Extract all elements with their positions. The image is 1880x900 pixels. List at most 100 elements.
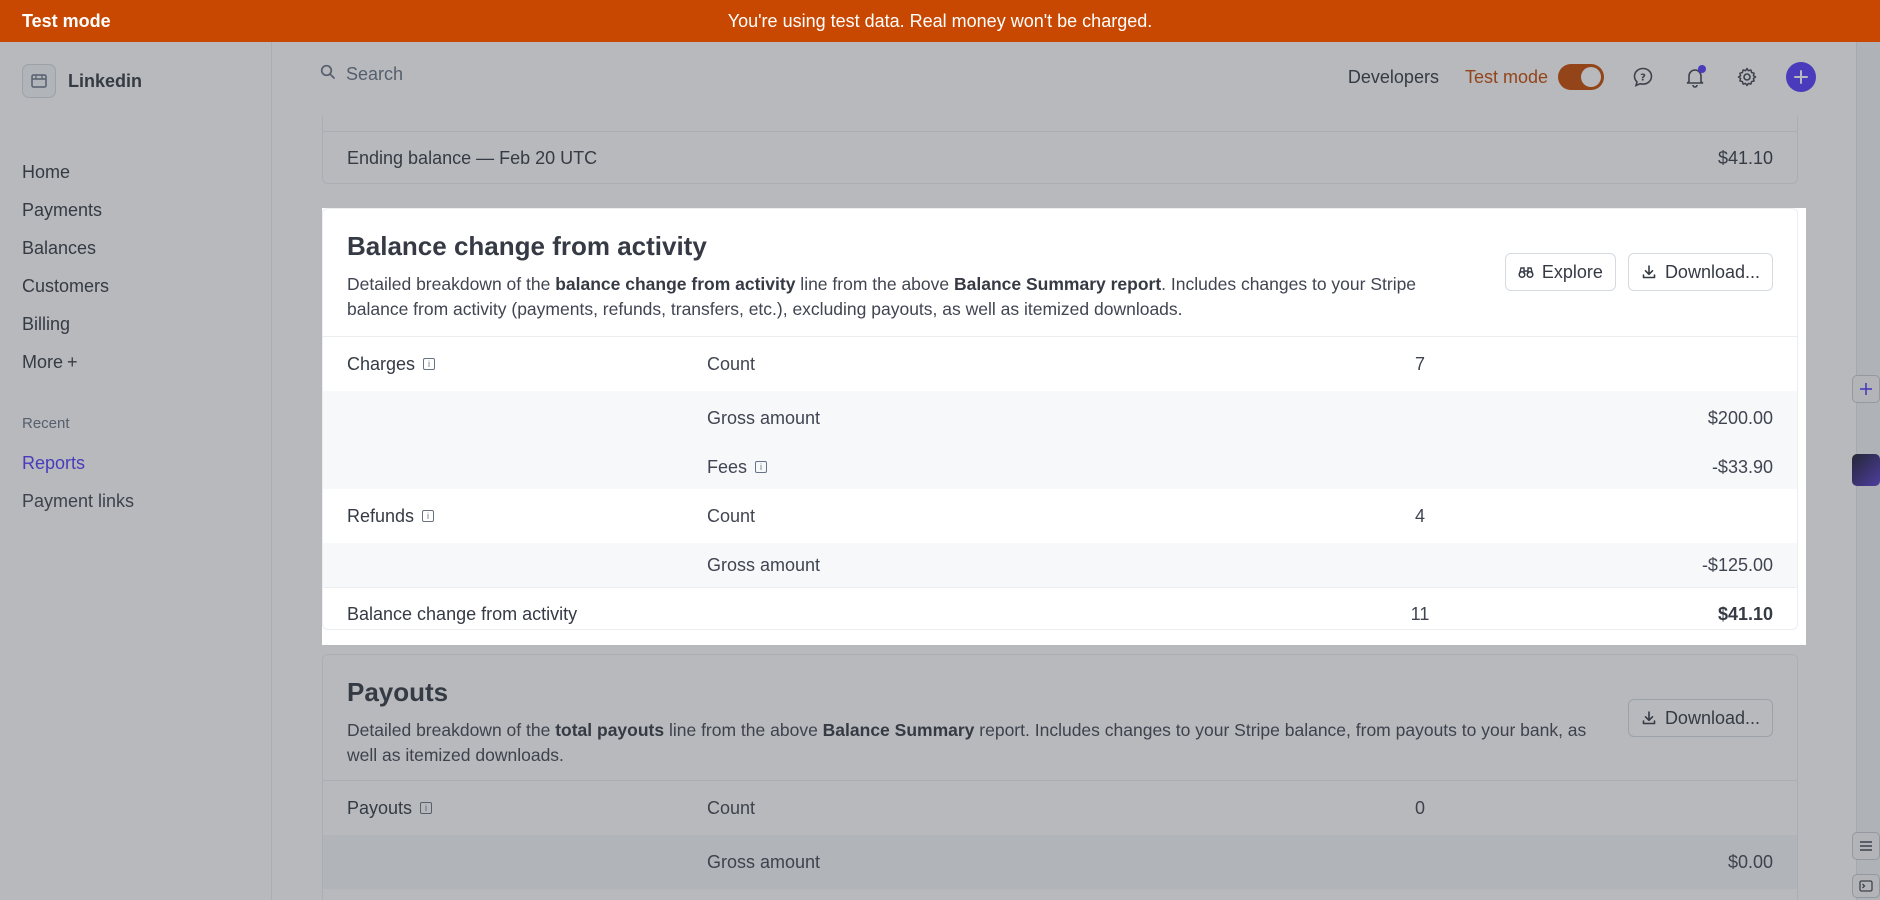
metric-label: Gross amount: [707, 851, 821, 872]
nav-item-payments[interactable]: Payments: [22, 191, 109, 229]
count-value: 7: [1414, 353, 1425, 374]
desc-text: line from the above: [795, 274, 954, 294]
search-input[interactable]: Search: [320, 64, 403, 85]
info-icon[interactable]: i: [422, 510, 435, 522]
recent-nav: Reports Payment links: [22, 444, 134, 520]
recent-heading: Recent: [22, 415, 70, 432]
test-mode-banner: Test mode You're using test data. Real m…: [0, 0, 1880, 42]
explore-button[interactable]: Explore: [1504, 253, 1616, 291]
desc-bold: Balance Summary report: [954, 274, 1162, 294]
ending-balance-amount: $41.10: [1717, 147, 1773, 168]
menu-icon[interactable]: [1852, 832, 1880, 860]
amount-value: -$125.00: [1701, 554, 1773, 575]
sidebar: Linkedin Home Payments Balances Customer…: [0, 42, 272, 900]
info-icon[interactable]: i: [420, 802, 433, 814]
terminal-icon[interactable]: [1852, 874, 1880, 898]
total-label: Balance change from activity: [347, 604, 578, 624]
nav-item-balances[interactable]: Balances: [22, 229, 109, 267]
desc-bold: total payouts: [555, 720, 665, 740]
nav-item-more[interactable]: More +: [22, 343, 109, 381]
payouts-section: Payouts Detailed breakdown of the total …: [322, 654, 1798, 900]
metric-label: Count: [707, 797, 756, 818]
download-button[interactable]: Download...: [1627, 699, 1773, 737]
total-count: 11: [1410, 604, 1430, 624]
info-icon[interactable]: i: [755, 461, 768, 473]
gear-icon[interactable]: [1734, 64, 1760, 90]
help-icon[interactable]: ?: [1630, 64, 1656, 90]
table-row: Gross amount -$125.00: [323, 543, 1797, 587]
metric-label: Fees i: [707, 456, 768, 478]
bell-icon[interactable]: [1682, 64, 1708, 90]
test-mode-banner-label: Test mode: [22, 10, 111, 31]
toggle-knob: [1581, 67, 1601, 87]
notification-dot: [1698, 65, 1706, 73]
table-row: Gross amount $0.00: [323, 835, 1797, 889]
create-new-button[interactable]: [1786, 62, 1816, 92]
nav-item-home[interactable]: Home: [22, 153, 109, 191]
nav-more-label: More: [22, 352, 64, 372]
metric-label: Count: [707, 353, 756, 374]
metric-label: Count: [707, 505, 756, 526]
table-row: Charges i Count 7: [323, 337, 1797, 391]
svg-text:?: ?: [1640, 73, 1646, 84]
test-mode-control: Test mode: [1465, 64, 1604, 90]
nav-item-customers[interactable]: Customers: [22, 267, 109, 305]
expand-panel-button[interactable]: [1852, 375, 1880, 403]
test-mode-banner-message: You're using test data. Real money won't…: [727, 10, 1153, 31]
row-header-charges: Charges i: [347, 353, 436, 375]
activity-table: Charges i Count 7 Gross amount $200.00 Fe…: [323, 336, 1797, 641]
nav-item-billing[interactable]: Billing: [22, 305, 109, 343]
primary-nav: Home Payments Balances Customers Billing…: [22, 153, 109, 381]
explore-label: Explore: [1541, 261, 1603, 282]
store-icon: [22, 64, 56, 98]
account-switcher[interactable]: Linkedin: [22, 64, 142, 98]
payouts-header: Payouts Detailed breakdown of the total …: [323, 655, 1797, 768]
amount-value: -$33.90: [1711, 456, 1773, 477]
ending-balance-row: Ending balance — Feb 20 UTC $41.10: [323, 131, 1797, 184]
download-icon: [1642, 711, 1656, 725]
desc-bold: Balance Summary: [822, 720, 975, 740]
section-actions: Explore Download...: [1504, 253, 1773, 291]
account-name: Linkedin: [68, 70, 143, 91]
ending-balance-label: Ending balance — Feb 20 UTC: [347, 147, 598, 168]
desc-text: Detailed breakdown of the: [347, 720, 556, 740]
download-button[interactable]: Download...: [1627, 253, 1773, 291]
desc-text: line from the above: [664, 720, 823, 740]
payouts-label: Payouts: [347, 797, 413, 818]
section-description: Detailed breakdown of the balance change…: [347, 272, 1477, 322]
fees-label: Fees: [707, 456, 748, 477]
payouts-table: Payouts i Count 0 Gross amount $0.00: [323, 780, 1797, 889]
binoculars-icon: [1518, 267, 1534, 279]
balance-summary-card: Ending balance — Feb 20 UTC $41.10: [322, 116, 1798, 184]
test-mode-toggle[interactable]: [1558, 64, 1604, 90]
refunds-label: Refunds: [347, 505, 415, 526]
total-row: Balance change from activity 11 $41.10: [323, 587, 1797, 641]
top-header: Search Developers Test mode ?: [272, 42, 1856, 116]
search-placeholder: Search: [346, 64, 404, 84]
recent-item-payment-links[interactable]: Payment links: [22, 482, 134, 520]
total-amount: $41.10: [1717, 604, 1773, 624]
metric-label: Gross amount: [707, 407, 821, 428]
search-icon: [320, 64, 336, 85]
download-icon: [1642, 265, 1656, 279]
app-icon[interactable]: [1852, 454, 1880, 486]
info-icon[interactable]: i: [423, 358, 436, 370]
row-header-payouts: Payouts i: [347, 797, 433, 819]
section-actions: Download...: [1627, 699, 1773, 737]
charges-label: Charges: [347, 353, 416, 374]
recent-item-reports[interactable]: Reports: [22, 444, 134, 482]
amount-value: $0.00: [1727, 851, 1773, 872]
desc-bold: balance change from activity: [555, 274, 796, 294]
table-row: Fees i -$33.90: [323, 445, 1797, 489]
developers-link[interactable]: Developers: [1348, 67, 1439, 88]
test-mode-label: Test mode: [1464, 66, 1548, 87]
download-label: Download...: [1664, 707, 1760, 728]
amount-value: $200.00: [1707, 407, 1773, 428]
table-row: Refunds i Count 4: [323, 489, 1797, 543]
plus-icon: +: [67, 352, 78, 372]
count-value: 0: [1414, 797, 1425, 818]
download-label: Download...: [1664, 261, 1760, 282]
plus-icon: [1860, 383, 1872, 395]
section-description: Detailed breakdown of the total payouts …: [347, 718, 1617, 768]
plus-icon: [1794, 70, 1808, 84]
